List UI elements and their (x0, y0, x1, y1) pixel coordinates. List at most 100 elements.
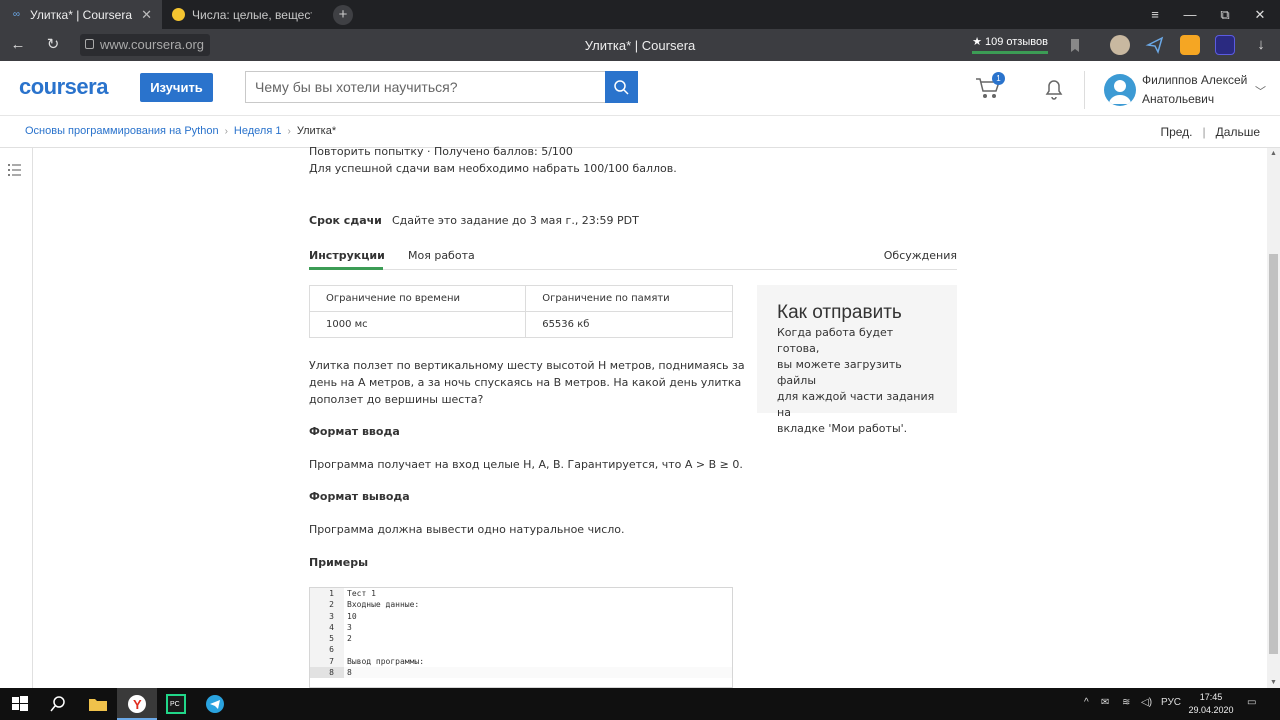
chevron-down-icon[interactable]: ﹀ (1255, 83, 1266, 99)
search-input[interactable]: Чему бы вы хотели научиться? (245, 71, 606, 103)
breadcrumb-course[interactable]: Основы программирования на Python (25, 125, 219, 137)
python-favicon-icon (172, 8, 185, 21)
memory-limit-header: Ограничение по памяти (525, 285, 733, 312)
extension-icon[interactable] (1215, 35, 1235, 55)
tab-discussions[interactable]: Обсуждения (884, 249, 957, 262)
reviews-badge[interactable]: ★ 109 отзывов (972, 34, 1048, 54)
browser-tab-numbers[interactable]: Числа: целые, веществен (162, 0, 322, 29)
input-format-text: Программа получает на вход целые H, A, B… (309, 458, 743, 471)
breadcrumb-current: Улитка* (296, 125, 337, 137)
maximize-icon[interactable]: ⧉ (1208, 0, 1242, 29)
windows-start-icon[interactable] (10, 694, 30, 714)
tab-title: Числа: целые, веществен (192, 7, 312, 22)
sidebar-rail (0, 148, 33, 688)
time-limit-value: 1000 мс (308, 311, 527, 338)
line-number: 3 (310, 610, 344, 622)
cart-count-badge: 1 (992, 72, 1005, 85)
table-row: 1000 мс 65536 кб (308, 311, 733, 338)
pycharm-icon[interactable]: PC (166, 694, 186, 714)
table-row: Ограничение по времени Ограничение по па… (308, 285, 733, 312)
code-line: 6 (310, 644, 732, 656)
avatar[interactable] (1104, 74, 1136, 106)
tab-title: Улитка* | Coursera (30, 7, 133, 22)
time-limit-header: Ограничение по времени (308, 285, 527, 312)
how-to-submit-box: Как отправить Когда работа будет готова,… (757, 285, 957, 435)
send-icon[interactable] (1145, 35, 1165, 55)
code-text: Вывод программы: (347, 656, 425, 666)
whatsapp-extension-icon[interactable] (1180, 35, 1200, 55)
download-icon[interactable]: ↓ (1251, 35, 1271, 55)
example-code-block[interactable]: 1 Тест 1 2 Входные данные: 3 10 4 3 5 2 6 7 Вывод пр… (309, 587, 733, 688)
code-line: 52 (310, 633, 732, 645)
next-link[interactable]: Дальше (1216, 125, 1260, 139)
chevron-right-icon: › (287, 125, 291, 137)
taskbar-clock[interactable]: 17:45 29.04.2020 (1185, 691, 1237, 717)
code-line: 7 Вывод программы: (310, 655, 732, 668)
retry-line[interactable]: Повторить попытку · Получено баллов: 5/1… (309, 145, 573, 158)
how-to-submit-title: Как отправить (777, 302, 902, 323)
examples-heading: Примеры (309, 556, 369, 569)
menu-icon[interactable]: ≡ (1138, 0, 1172, 29)
scroll-up-icon[interactable]: ▲ (1270, 150, 1277, 157)
input-format-heading: Формат ввода (309, 425, 400, 438)
active-tab-underline (309, 267, 383, 270)
code-text: Входные данные: (347, 600, 420, 610)
coursera-header: coursera Изучить Чему бы вы хотели научи… (0, 61, 1280, 116)
scrollbar[interactable]: ▲ ▼ (1267, 148, 1280, 688)
tab-my-work[interactable]: Моя работа (408, 249, 475, 262)
tray-chevron-up-icon[interactable]: ^ (1084, 697, 1089, 708)
memory-limit-value: 65536 кб (525, 311, 733, 338)
extension-avatar-icon[interactable] (1110, 35, 1130, 55)
code-text: 8 (347, 668, 352, 678)
coursera-favicon-icon: ∞ (12, 9, 21, 20)
search-button[interactable] (605, 71, 638, 103)
search-icon[interactable] (48, 694, 68, 714)
yandex-browser-icon[interactable]: Y (127, 694, 147, 714)
code-line: 88 (310, 667, 732, 679)
header-divider (1084, 71, 1085, 109)
file-explorer-icon[interactable] (88, 694, 108, 714)
deadline-value: Сдайте это задание до 3 мая г., 23:59 PD… (392, 214, 639, 227)
volume-icon[interactable]: ◁) (1141, 697, 1152, 708)
tabs-divider (309, 269, 957, 270)
scroll-down-icon[interactable]: ▼ (1270, 679, 1277, 686)
page-title: Улитка* | Coursera (584, 38, 696, 53)
code-line: 3 10 (310, 610, 732, 622)
browser-tab-coursera[interactable]: ∞ Улитка* | Coursera ✕ (0, 0, 162, 29)
line-number: 2 (310, 599, 344, 611)
close-window-icon[interactable]: ✕ (1243, 0, 1277, 29)
explore-button[interactable]: Изучить (140, 73, 213, 102)
prev-link[interactable]: Пред. (1160, 125, 1192, 139)
how-to-submit-text: Когда работа будет готова, вы можете заг… (777, 326, 935, 435)
windows-taskbar: Y PC ^ ✉ ≋ ◁) РУС 17:45 29.04.2020 ▭ (0, 688, 1280, 720)
deadline-label: Срок сдачи (309, 214, 382, 227)
tray-network-icon[interactable]: ✉ (1101, 697, 1109, 708)
line-number: 6 (310, 644, 344, 656)
coursera-logo[interactable]: coursera (19, 74, 108, 100)
scrollbar-thumb[interactable] (1269, 254, 1278, 654)
breadcrumb-week[interactable]: Неделя 1 (234, 125, 282, 137)
svg-text:PC: PC (170, 701, 180, 708)
svg-text:Y: Y (133, 697, 142, 712)
list-menu-icon[interactable] (7, 163, 23, 182)
chevron-right-icon: › (224, 125, 228, 137)
telegram-icon[interactable] (205, 694, 225, 714)
bookmark-icon[interactable] (1065, 35, 1085, 55)
breadcrumb-bar: Основы программирования на Python › Неде… (0, 117, 1280, 148)
notification-center-icon[interactable]: ▭ (1247, 697, 1256, 708)
output-format-heading: Формат вывода (309, 490, 410, 503)
notifications-bell-icon[interactable] (1043, 77, 1065, 101)
tab-instructions[interactable]: Инструкции (309, 249, 385, 262)
limits-table: Ограничение по времени Ограничение по па… (308, 285, 733, 338)
line-number: 5 (310, 633, 344, 645)
minimize-icon[interactable]: — (1173, 0, 1207, 29)
close-tab-icon[interactable]: ✕ (141, 7, 152, 23)
code-line: 43 (310, 621, 732, 634)
user-name[interactable]: Филиппов Алексей Анатольевич (1142, 71, 1247, 109)
new-tab-button[interactable]: + (333, 5, 353, 25)
wifi-icon[interactable]: ≋ (1122, 697, 1130, 708)
language-indicator[interactable]: РУС (1161, 697, 1181, 708)
code-line: 2 Входные данные: (310, 599, 732, 611)
code-line: 1 Тест 1 (310, 588, 732, 600)
